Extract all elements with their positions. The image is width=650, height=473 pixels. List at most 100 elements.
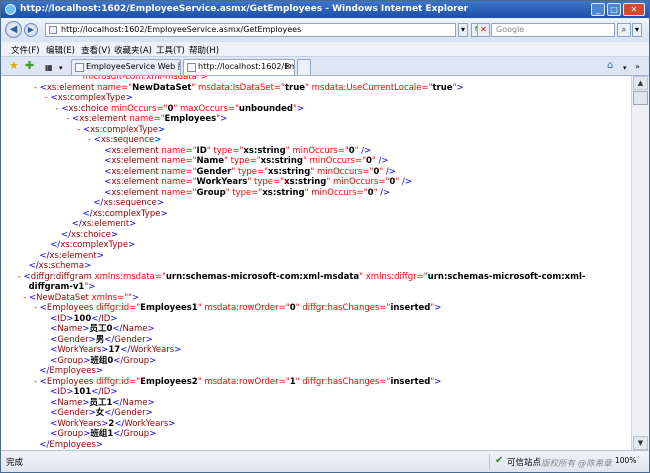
- xml-line[interactable]: - <xs:complexType>: [45, 93, 133, 104]
- xml-syntax: </: [93, 198, 104, 208]
- xml-syntax: <: [23, 271, 31, 282]
- xml-value: 班组1: [90, 429, 114, 439]
- xml-syntax: <: [50, 93, 58, 103]
- menu-edit[interactable]: 编辑(E): [46, 44, 75, 56]
- back-icon[interactable]: ◀: [5, 21, 22, 38]
- menu-file[interactable]: 文件(F): [11, 44, 40, 56]
- maximize-button[interactable]: □: [607, 3, 621, 16]
- xml-tag-name: Group: [57, 429, 84, 439]
- xml-syntax: " minOccurs=": [285, 145, 349, 156]
- close-button[interactable]: ✕: [623, 3, 645, 16]
- xml-syntax: >: [82, 324, 90, 334]
- xml-syntax: xmlns=": [88, 292, 129, 303]
- xml-value: xs:string: [268, 166, 311, 177]
- close-tab-icon[interactable]: ✕: [284, 60, 291, 74]
- tab-service[interactable]: EmployeeService Web 服务: [71, 59, 181, 75]
- address-dropdown-icon[interactable]: ▾: [458, 23, 468, 37]
- search-icon[interactable]: ⌕: [617, 23, 631, 37]
- tools-icon[interactable]: »: [635, 61, 640, 73]
- xml-syntax: " xmlns:diffgr=": [359, 271, 428, 282]
- xml-syntax: >: [110, 313, 118, 324]
- xml-line[interactable]: - <Employees diffgr:id="Employees2" msda…: [34, 377, 441, 388]
- xml-syntax: <: [39, 303, 47, 313]
- xml-line[interactable]: - <xs:sequence>: [88, 135, 161, 146]
- xml-value: xs:string: [243, 145, 286, 156]
- xml-syntax: name=": [158, 187, 197, 198]
- xml-line[interactable]: - <xs:element name="NewDataSet" msdata:I…: [34, 83, 464, 94]
- xml-value: xs:string: [284, 177, 327, 187]
- tab-bar: ★ ✚ ▦ ▾ EmployeeService Web 服务 http://lo…: [1, 57, 649, 76]
- window-title: http://localhost:1602/EmployeeService.as…: [20, 4, 469, 14]
- xml-syntax: " type=": [231, 166, 269, 177]
- xml-line: </xs:schema>: [29, 261, 92, 272]
- xml-line[interactable]: - <Employees diffgr:id="Employees1" msda…: [34, 303, 441, 314]
- quick-tabs-dropdown-icon[interactable]: ▾: [59, 62, 63, 74]
- xml-syntax: >: [82, 397, 90, 408]
- address-input[interactable]: http://localhost:1602/EmployeeService.as…: [45, 23, 456, 37]
- stop-icon[interactable]: ✕: [477, 23, 490, 37]
- xml-tag-name: diffgr:diffgram: [30, 271, 92, 282]
- xml-line: </Employees>: [39, 440, 103, 451]
- trusted-zone-icon: ✔: [495, 455, 504, 466]
- xml-line: <xs:element name="ID" type="xs:string" m…: [104, 146, 371, 157]
- xml-value: 男: [95, 334, 105, 345]
- star-icon[interactable]: ★: [9, 60, 19, 72]
- xml-tag-name: Group: [57, 355, 84, 366]
- menu-tools[interactable]: 工具(T): [156, 44, 185, 56]
- xml-syntax: " minOccurs=": [326, 177, 390, 187]
- xml-syntax: name=": [94, 82, 133, 93]
- tab-list-icon[interactable]: ▦: [45, 62, 53, 74]
- scroll-up-button[interactable]: ▲: [633, 76, 648, 90]
- xml-syntax: >: [157, 124, 166, 135]
- xml-line: <xs:element name="WorkYears" type="xs:st…: [104, 177, 412, 188]
- vertical-scrollbar[interactable]: ▲ ▼: [631, 76, 649, 450]
- scrollbar-thumb[interactable]: [633, 91, 648, 105]
- xml-syntax: </: [91, 313, 102, 324]
- xml-syntax: <: [39, 376, 47, 387]
- xml-document-view[interactable]: microsoft-com:xml-msdata"> - <xs:element …: [1, 76, 631, 450]
- xml-tag-name: Gender: [114, 334, 146, 345]
- xml-syntax: " type=": [247, 177, 285, 187]
- menu-view[interactable]: 查看(V): [81, 44, 110, 56]
- tab-get-employees[interactable]: http://localhost:1602/Em... ✕: [183, 59, 295, 75]
- xml-syntax: >: [125, 93, 133, 103]
- home-icon[interactable]: ⌂: [607, 60, 613, 72]
- menu-help[interactable]: 帮助(H): [189, 44, 219, 56]
- zoom-level[interactable]: 100%: [615, 456, 636, 465]
- xml-value: 员工0: [89, 324, 113, 334]
- add-favorite-icon[interactable]: ✚: [25, 60, 34, 72]
- xml-line: </xs:complexType>: [83, 209, 168, 220]
- xml-value: true: [432, 82, 453, 93]
- xml-syntax: " msdata:rowOrder=": [197, 376, 290, 387]
- xml-line: <xs:element name="Group" type="xs:string…: [104, 188, 390, 199]
- collapse-toggle[interactable]: microsoft-com:xml-msdata">: [83, 76, 208, 82]
- xml-value: true: [284, 82, 306, 93]
- new-tab-button[interactable]: [297, 59, 311, 75]
- home-dropdown-icon[interactable]: ▾: [623, 62, 627, 74]
- xml-line[interactable]: - <xs:choice minOccurs="0" maxOccurs="un…: [56, 104, 304, 115]
- search-input[interactable]: Google: [491, 23, 615, 37]
- menu-favorites[interactable]: 收藏夹(A): [114, 44, 152, 56]
- xml-syntax: >: [147, 397, 155, 408]
- xml-syntax: diffgr:id=": [93, 376, 141, 387]
- xml-value: urn:schemas-microsoft-com:xml-: [427, 271, 586, 282]
- xml-line[interactable]: - <xs:element name="Employees">: [66, 114, 227, 125]
- xml-tag-name: Employees: [49, 366, 96, 376]
- address-url: http://localhost:1602/EmployeeService.as…: [61, 25, 302, 34]
- xml-line[interactable]: - <xs:complexType>: [77, 125, 165, 136]
- xml-tag-name: xs:choice: [71, 229, 111, 240]
- search-dropdown-icon[interactable]: ▾: [632, 23, 642, 37]
- xml-line[interactable]: - <NewDataSet xmlns="">: [23, 293, 139, 304]
- xml-syntax: />: [383, 166, 396, 177]
- xml-syntax: name=": [158, 145, 197, 156]
- xml-syntax: />: [399, 177, 412, 187]
- xml-tag-name: xs:element: [79, 114, 127, 124]
- scroll-down-button[interactable]: ▼: [633, 436, 648, 450]
- xml-tag-name: xs:element: [111, 145, 159, 156]
- xml-line[interactable]: - <diffgr:diffgram xmlns:msdata="urn:sch…: [18, 272, 586, 283]
- forward-icon[interactable]: ▶: [24, 23, 38, 37]
- xml-tag-name: ID: [101, 387, 111, 397]
- minimize-button[interactable]: _: [591, 3, 605, 16]
- xml-syntax: >: [434, 376, 442, 387]
- xml-syntax: </: [112, 324, 123, 334]
